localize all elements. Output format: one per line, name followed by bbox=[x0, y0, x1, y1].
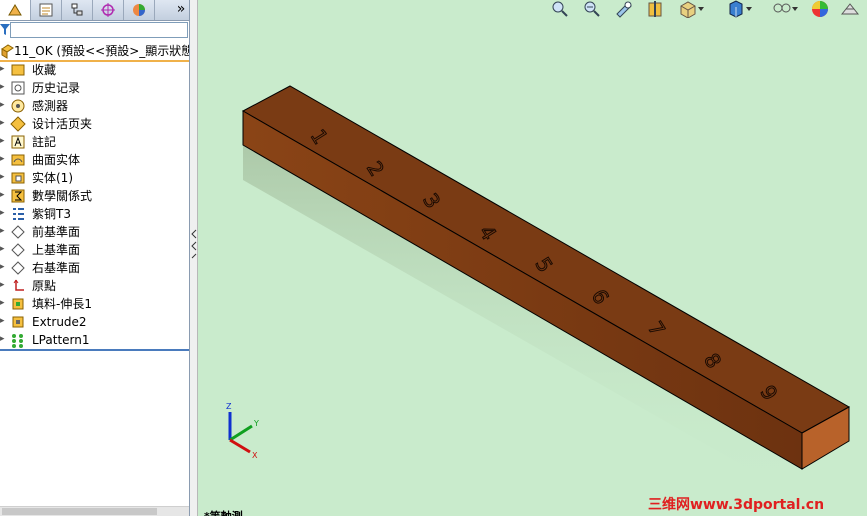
expand-icon[interactable]: ▸ bbox=[0, 173, 6, 182]
feature-manager-panel: » 11_OK (預設<<預設>_顯示狀態 ▸ 收藏 ▸ 历史记录 ▸ 感測器 ▸ 设计活页夹… bbox=[0, 0, 190, 516]
tree-item-label: 原點 bbox=[32, 279, 57, 293]
plane-icon bbox=[11, 261, 25, 275]
tree-item-label: 上基準面 bbox=[32, 243, 81, 257]
tree-item[interactable]: ▸ 數學關係式 bbox=[0, 187, 189, 205]
scrollbar-thumb[interactable] bbox=[2, 508, 157, 515]
material-icon bbox=[13, 208, 24, 220]
tree-item[interactable]: ▸ 设计活页夹 bbox=[0, 115, 189, 133]
tree-item-label: 右基準面 bbox=[32, 261, 81, 275]
tree-item[interactable]: ▸ 实体(1) bbox=[0, 169, 189, 187]
engraved-numbers: 123456789 bbox=[305, 124, 783, 405]
graphics-area[interactable]: 123456789 Z Y X *等軸測 三维网www.3dportal.cn bbox=[198, 0, 867, 516]
tree-item-label: Extrude2 bbox=[32, 315, 87, 329]
tree-item-label: 填料-伸長1 bbox=[32, 297, 92, 311]
tree-item[interactable]: ▸ 历史记录 bbox=[0, 79, 189, 97]
tree-item[interactable]: ▸ 曲面实体 bbox=[0, 151, 189, 169]
expand-icon[interactable]: ▸ bbox=[0, 101, 6, 110]
display-manager-icon bbox=[133, 4, 145, 16]
tree-item-label: 收藏 bbox=[32, 63, 57, 77]
tree-item-label: 數學關係式 bbox=[32, 189, 93, 203]
tree-item-label: 前基準面 bbox=[32, 225, 81, 239]
model-view[interactable]: 123456789 Z Y X bbox=[198, 0, 867, 516]
tree-item-label: 感測器 bbox=[32, 99, 69, 113]
expand-icon[interactable]: ▸ bbox=[0, 191, 6, 200]
expand-icon[interactable]: ▸ bbox=[0, 317, 6, 326]
tree-root-part[interactable]: 11_OK (預設<<預設>_顯示狀態 bbox=[0, 42, 190, 62]
bar-front-face[interactable] bbox=[242, 110, 803, 470]
tree-item-label: 实体(1) bbox=[32, 171, 73, 185]
rollback-bar[interactable] bbox=[0, 349, 189, 351]
tab-property-manager[interactable] bbox=[31, 0, 62, 20]
tab-overflow-button[interactable]: » bbox=[172, 0, 189, 20]
annotations-icon bbox=[11, 135, 25, 149]
configuration-manager-icon bbox=[71, 3, 83, 16]
filter-row bbox=[0, 21, 189, 39]
expand-icon[interactable]: ▸ bbox=[0, 65, 6, 74]
expand-icon[interactable]: ▸ bbox=[0, 119, 6, 128]
equations-icon bbox=[11, 189, 25, 203]
expand-icon[interactable]: ▸ bbox=[0, 281, 6, 290]
solid-bodies-icon bbox=[11, 172, 25, 184]
expand-icon[interactable]: ▸ bbox=[0, 245, 6, 254]
triad-z-label: Z bbox=[226, 402, 232, 411]
expand-icon[interactable]: ▸ bbox=[0, 299, 6, 308]
tree-item[interactable]: ▸ 右基準面 bbox=[0, 259, 189, 277]
tree-filter-input[interactable] bbox=[10, 22, 188, 38]
tree-item[interactable]: ▸ 上基準面 bbox=[0, 241, 189, 259]
tree-item[interactable]: ▸ 紫铜T3 bbox=[0, 205, 189, 223]
tab-dimxpert-manager[interactable] bbox=[93, 0, 124, 20]
linear-pattern-icon bbox=[12, 334, 23, 348]
collapse-arrows-icon[interactable] bbox=[191, 228, 197, 260]
plane-icon bbox=[11, 243, 25, 257]
expand-icon[interactable]: ▸ bbox=[0, 137, 6, 146]
model-shadow bbox=[243, 145, 803, 500]
tab-feature-manager[interactable] bbox=[0, 0, 31, 20]
tree-item[interactable]: ▸ 前基準面 bbox=[0, 223, 189, 241]
tree-item-label: LPattern1 bbox=[32, 333, 90, 347]
tab-configuration-manager[interactable] bbox=[62, 0, 93, 20]
tree-item-label: 註記 bbox=[32, 135, 57, 149]
triad-y-label: Y bbox=[253, 419, 259, 428]
sensors-icon bbox=[11, 99, 25, 113]
expand-icon[interactable]: ▸ bbox=[0, 83, 6, 92]
panel-splitter[interactable] bbox=[190, 0, 198, 516]
plane-icon bbox=[11, 225, 25, 239]
tree-item[interactable]: ▸ LPattern1 bbox=[0, 331, 189, 349]
tree-item-label: 设计活页夹 bbox=[32, 117, 93, 131]
expand-icon[interactable]: ▸ bbox=[0, 263, 6, 272]
tree-item-label: 历史记录 bbox=[32, 81, 81, 95]
filter-icon[interactable] bbox=[0, 24, 10, 36]
tree-item[interactable]: ▸ 感測器 bbox=[0, 97, 189, 115]
favorites-icon bbox=[11, 64, 25, 76]
expand-icon[interactable]: ▸ bbox=[0, 209, 6, 218]
view-orientation-label: *等軸測 bbox=[204, 508, 243, 516]
boss-extrude-icon bbox=[12, 298, 24, 310]
panel-tab-strip: » bbox=[0, 0, 189, 21]
tree-item-label: 曲面实体 bbox=[32, 153, 81, 167]
triad-x-label: X bbox=[252, 451, 258, 460]
tree-item[interactable]: ▸ 收藏 bbox=[0, 61, 189, 79]
expand-icon[interactable]: ▸ bbox=[0, 155, 6, 164]
design-binder-icon bbox=[10, 116, 26, 132]
tree-item-label: 紫铜T3 bbox=[32, 207, 71, 221]
expand-icon[interactable]: ▸ bbox=[0, 227, 6, 236]
watermark: 三维网www.3dportal.cn bbox=[648, 497, 825, 513]
root-label: 11_OK (預設<<預設>_顯示狀態 bbox=[14, 44, 190, 58]
surface-bodies-icon bbox=[11, 154, 25, 166]
tree-item[interactable]: ▸ 原點 bbox=[0, 277, 189, 295]
tree-horizontal-scrollbar[interactable] bbox=[0, 506, 189, 516]
expand-icon[interactable]: ▸ bbox=[0, 335, 6, 344]
tree-item[interactable]: ▸ Extrude2 bbox=[0, 313, 189, 331]
tree-item[interactable]: ▸ 註記 bbox=[0, 133, 189, 151]
feature-tree-icon bbox=[8, 4, 22, 16]
property-manager-icon bbox=[39, 3, 53, 17]
tab-display-manager[interactable] bbox=[124, 0, 155, 20]
part-icon bbox=[1, 44, 14, 59]
origin-icon bbox=[13, 279, 24, 291]
dimxpert-icon bbox=[101, 3, 115, 17]
history-icon bbox=[11, 81, 25, 95]
tree-item[interactable]: ▸ 填料-伸長1 bbox=[0, 295, 189, 313]
extrude-icon bbox=[12, 316, 24, 328]
coordinate-triad: Z Y X bbox=[226, 402, 259, 460]
